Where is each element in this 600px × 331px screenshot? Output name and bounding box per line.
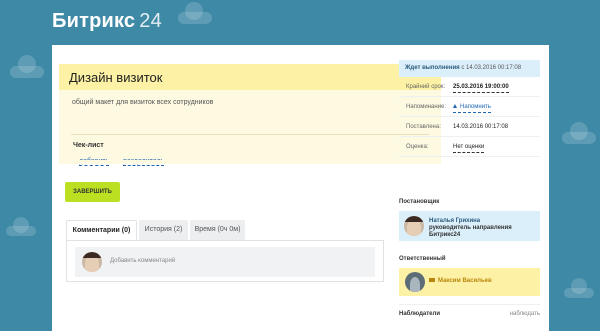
- responsible-name: Максим Васильев: [438, 278, 492, 284]
- comments-panel: Добавить комментарий: [66, 240, 384, 282]
- deadline-label: Крайний срок:: [406, 84, 446, 90]
- cloud-decoration: [6, 217, 36, 236]
- brand-name: Битрикс: [52, 10, 136, 32]
- comment-input[interactable]: Добавить комментарий: [75, 247, 375, 277]
- creator-name[interactable]: Наталья Грихина: [429, 218, 480, 225]
- created-value: 14.03.2016 00:17:08: [453, 124, 509, 130]
- task-header-footer: [59, 160, 441, 164]
- watchers-row: Наблюдатели наблюдать: [399, 304, 540, 317]
- cloud-decoration: [10, 55, 44, 78]
- rating-value[interactable]: Нет оценки: [453, 142, 485, 153]
- brand-logo[interactable]: Битрикс 24: [52, 10, 162, 33]
- status-since: с 14.03.2016 00:17:08: [461, 65, 522, 71]
- task-sidebar: Ждет выполнения с 14.03.2016 00:17:08 Кр…: [399, 60, 540, 317]
- cloud-decoration: [562, 122, 596, 144]
- deadline-value[interactable]: 25.03.2016 19:00:00: [453, 82, 509, 93]
- tab-comments[interactable]: Комментарии (0): [66, 220, 137, 240]
- comment-placeholder: Добавить комментарий: [110, 258, 176, 264]
- rating-label: Оценка:: [406, 144, 429, 150]
- finish-button[interactable]: ЗАВЕРШИТЬ: [65, 182, 120, 202]
- status-bar: Ждет выполнения с 14.03.2016 00:17:08: [399, 60, 540, 77]
- avatar: [82, 252, 102, 272]
- brand-number: 24: [139, 10, 162, 32]
- checklist-title: Чек-лист: [73, 142, 104, 149]
- avatar: [405, 272, 425, 292]
- cloud-decoration: [178, 2, 212, 24]
- task-description: общий макет для визиток всех сотрудников: [72, 99, 214, 106]
- rating-row: Оценка: Нет оценки: [399, 137, 540, 157]
- responsible-card[interactable]: Максим Васильев: [399, 268, 540, 296]
- created-label: Поставлена:: [406, 124, 441, 130]
- task-title: Дизайн визиток: [59, 64, 441, 90]
- task-card: Дизайн визиток общий макет для визиток в…: [52, 45, 549, 331]
- remind-link[interactable]: Напомнить: [453, 102, 491, 113]
- watchers-title: Наблюдатели: [399, 311, 441, 317]
- responsible-name-wrap[interactable]: Максим Васильев: [429, 278, 492, 284]
- status-label: Ждет выполнения: [405, 65, 460, 71]
- divider: [71, 134, 429, 135]
- watch-link[interactable]: наблюдать: [510, 311, 540, 317]
- responsible-title: Ответственный: [399, 256, 446, 262]
- reminder-row: Напоминание: Напомнить: [399, 97, 540, 117]
- task-header: Дизайн визиток общий макет для визиток в…: [59, 64, 441, 166]
- creator-title: Постановщик: [399, 199, 440, 205]
- tab-time[interactable]: Время (0ч 0м): [190, 220, 245, 240]
- created-row: Поставлена: 14.03.2016 00:17:08: [399, 117, 540, 137]
- remind-link-label: Напомнить: [460, 104, 491, 110]
- bell-icon: [453, 104, 457, 109]
- deadline-row: Крайний срок: 25.03.2016 19:00:00: [399, 77, 540, 97]
- cloud-decoration: [564, 278, 594, 298]
- mail-icon: [429, 278, 435, 283]
- creator-role: руководитель направления Битрикс24: [429, 225, 512, 238]
- creator-card[interactable]: Наталья Грихина руководитель направления…: [399, 211, 540, 241]
- reminder-label: Напоминание:: [406, 104, 447, 110]
- tab-history[interactable]: История (2): [139, 220, 188, 240]
- avatar: [404, 216, 424, 236]
